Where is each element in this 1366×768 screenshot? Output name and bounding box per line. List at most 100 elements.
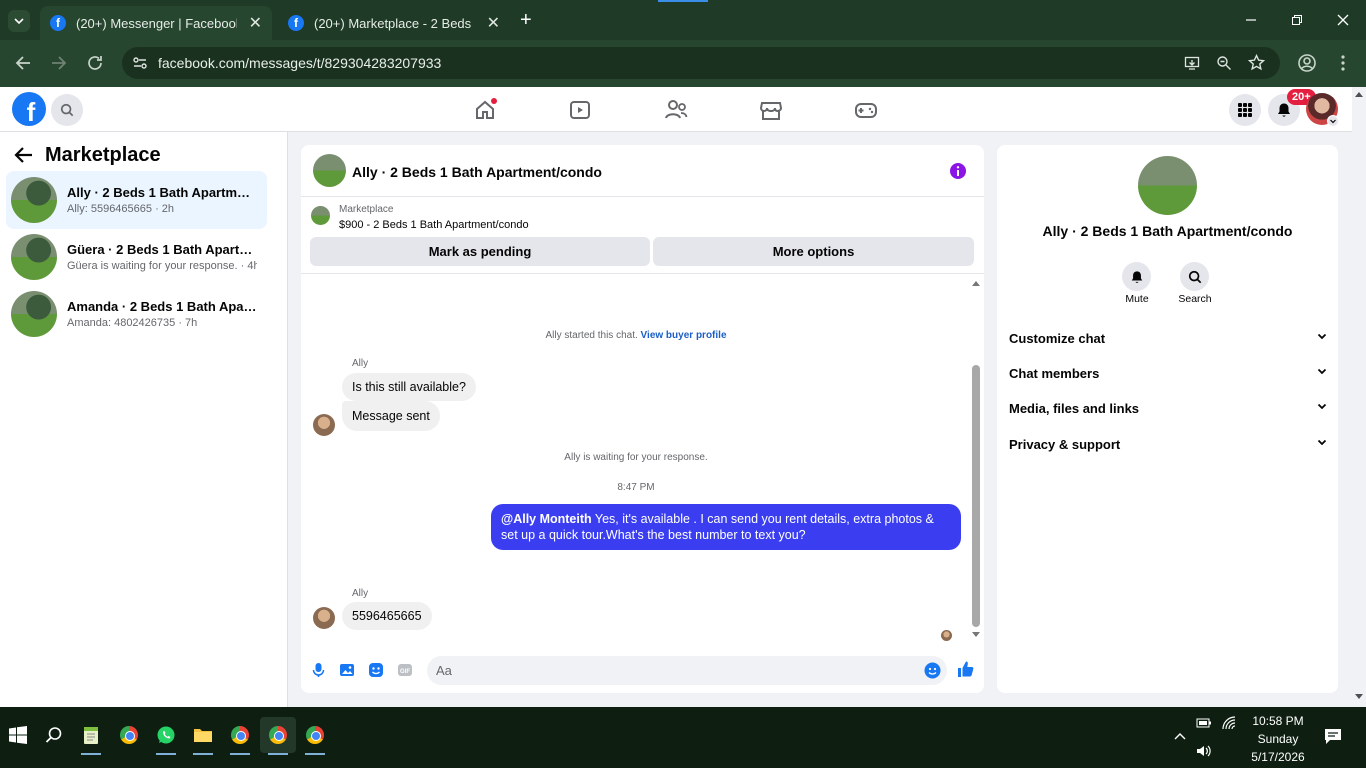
chat-members-section[interactable]: Chat members <box>1009 366 1327 381</box>
profile-picture[interactable] <box>1138 156 1197 215</box>
notification-center-icon[interactable] <box>1324 728 1342 745</box>
mention[interactable]: @Ally Monteith <box>501 512 592 526</box>
friends-icon[interactable] <box>661 95 691 125</box>
back-arrow-icon[interactable] <box>12 52 34 74</box>
browser-toolbar: facebook.com/messages/t/829304283207933 <box>0 40 1366 87</box>
bookmark-star-icon[interactable] <box>1248 54 1265 71</box>
system-clock[interactable]: 10:58 PM Sunday 5/17/2026 <box>1240 712 1316 766</box>
customize-chat-section[interactable]: Customize chat <box>1009 331 1327 346</box>
chat-title[interactable]: Ally · 2 Beds 1 Bath Apartment/condo <box>352 164 602 180</box>
whatsapp-app[interactable] <box>148 717 184 755</box>
close-window-button[interactable] <box>1320 0 1366 40</box>
conversation-item[interactable]: Amanda · 2 Beds 1 Bath Apartment/condo Am… <box>6 285 267 343</box>
zoom-icon[interactable] <box>1216 55 1232 71</box>
minimize-icon <box>1246 19 1256 21</box>
video-icon[interactable] <box>565 95 595 125</box>
info-icon[interactable] <box>949 162 967 180</box>
message-input[interactable]: Aa <box>427 656 947 685</box>
scroll-up-icon[interactable] <box>1354 90 1364 98</box>
conversation-item[interactable]: Ally · 2 Beds 1 Bath Apartment/condo Ally… <box>6 171 267 229</box>
menu-button[interactable] <box>1229 94 1261 126</box>
message-bubble[interactable]: Message sent <box>342 401 440 431</box>
chrome-icon <box>269 726 287 744</box>
chrome-app[interactable] <box>111 717 147 753</box>
message-bubble[interactable]: 5596465665 <box>342 602 432 630</box>
chat-avatar[interactable] <box>313 154 346 187</box>
conversation-item[interactable]: Güera · 2 Beds 1 Bath Apartment/condo Güe… <box>6 228 267 286</box>
image-icon[interactable] <box>339 662 355 678</box>
mute-label: Mute <box>1125 293 1149 305</box>
bell-icon <box>1131 270 1142 283</box>
search-icon <box>45 727 62 743</box>
volume-icon[interactable] <box>1196 744 1212 758</box>
thumbs-up-icon[interactable] <box>956 660 974 678</box>
outgoing-message-bubble[interactable]: @Ally Monteith Yes, it's available . I c… <box>491 504 961 550</box>
tab-messenger[interactable]: f (20+) Messenger | Facebook ✕ <box>40 6 272 40</box>
account-chevron-icon[interactable] <box>1327 115 1339 127</box>
microphone-icon[interactable] <box>311 662 326 678</box>
facebook-logo[interactable]: f <box>12 92 46 126</box>
sender-avatar[interactable] <box>313 607 335 629</box>
scroll-up-icon[interactable] <box>971 279 981 287</box>
start-button[interactable] <box>0 717 36 753</box>
new-tab-button[interactable]: + <box>520 9 532 32</box>
chrome-app-profile-3[interactable] <box>297 717 333 755</box>
address-bar[interactable]: facebook.com/messages/t/829304283207933 <box>122 47 1280 79</box>
search-facebook-button[interactable] <box>51 94 83 126</box>
minimize-button[interactable] <box>1228 0 1274 40</box>
thread-scrollbar[interactable] <box>971 274 981 644</box>
svg-text:GIF: GIF <box>400 669 410 675</box>
sender-avatar[interactable] <box>313 414 335 436</box>
gif-icon[interactable]: GIF <box>397 662 413 678</box>
facebook-favicon-icon: f <box>288 15 304 31</box>
wifi-icon[interactable] <box>1221 715 1237 731</box>
notepad-app[interactable] <box>73 717 109 755</box>
back-arrow-icon[interactable] <box>14 146 34 164</box>
conversation-snippet: Ally: 5596465665 · 2h <box>67 203 175 215</box>
listing-description[interactable]: $900 - 2 Beds 1 Bath Apartment/condo <box>339 219 529 231</box>
tab-marketplace[interactable]: f (20+) Marketplace - 2 Beds 1 Ba ✕ <box>278 6 510 40</box>
mark-as-pending-button[interactable]: Mark as pending <box>310 237 650 266</box>
scroll-down-icon[interactable] <box>971 631 981 639</box>
site-settings-icon[interactable] <box>132 55 148 71</box>
chevron-up-icon[interactable] <box>1173 731 1187 741</box>
tab-close-icon[interactable]: ✕ <box>487 13 500 33</box>
home-icon[interactable] <box>470 95 500 125</box>
sticker-icon[interactable] <box>368 662 384 678</box>
message-bubble[interactable]: Is this still available? <box>342 373 476 401</box>
marketplace-conversations-panel: Marketplace Ally · 2 Beds 1 Bath Apartme… <box>0 132 288 708</box>
scrollbar-thumb[interactable] <box>972 365 980 627</box>
tab-title: (20+) Messenger | Facebook <box>76 15 237 31</box>
gaming-icon[interactable] <box>851 95 881 125</box>
tab-close-icon[interactable]: ✕ <box>249 13 262 33</box>
search-taskbar-button[interactable] <box>36 717 72 753</box>
tab-title: (20+) Marketplace - 2 Beds 1 Ba <box>314 15 475 31</box>
section-label: Chat members <box>1009 366 1100 381</box>
reload-icon[interactable] <box>84 52 106 74</box>
profile-icon[interactable] <box>1296 52 1318 74</box>
media-files-links-section[interactable]: Media, files and links <box>1009 401 1327 416</box>
tab-search-button[interactable] <box>8 10 30 32</box>
restore-button[interactable] <box>1274 0 1320 40</box>
mute-button[interactable] <box>1122 262 1151 291</box>
view-buyer-profile-link[interactable]: View buyer profile <box>641 330 727 341</box>
privacy-support-section[interactable]: Privacy & support <box>1009 437 1327 452</box>
file-explorer-app[interactable] <box>185 717 221 755</box>
forward-arrow-icon[interactable] <box>48 52 70 74</box>
emoji-icon[interactable] <box>924 662 941 679</box>
page-scrollbar[interactable] <box>1352 87 1366 707</box>
section-label: Media, files and links <box>1009 401 1140 416</box>
chrome-app-active[interactable] <box>260 717 296 755</box>
more-options-button[interactable]: More options <box>653 237 974 266</box>
section-label: Privacy & support <box>1009 437 1121 452</box>
waiting-notice: Ally is waiting for your response. <box>564 452 708 463</box>
install-app-icon[interactable] <box>1184 55 1200 71</box>
marketplace-icon[interactable] <box>756 95 786 125</box>
battery-icon[interactable] <box>1196 717 1212 729</box>
kebab-menu-icon[interactable] <box>1332 52 1354 74</box>
chrome-app-profile-2[interactable] <box>222 717 258 755</box>
scroll-down-icon[interactable] <box>1354 693 1364 701</box>
conversation-snippet: Güera is waiting for your response. · 4h <box>67 260 257 272</box>
profile-name[interactable]: Ally · 2 Beds 1 Bath Apartment/condo <box>997 223 1338 239</box>
search-conversation-button[interactable] <box>1180 262 1209 291</box>
